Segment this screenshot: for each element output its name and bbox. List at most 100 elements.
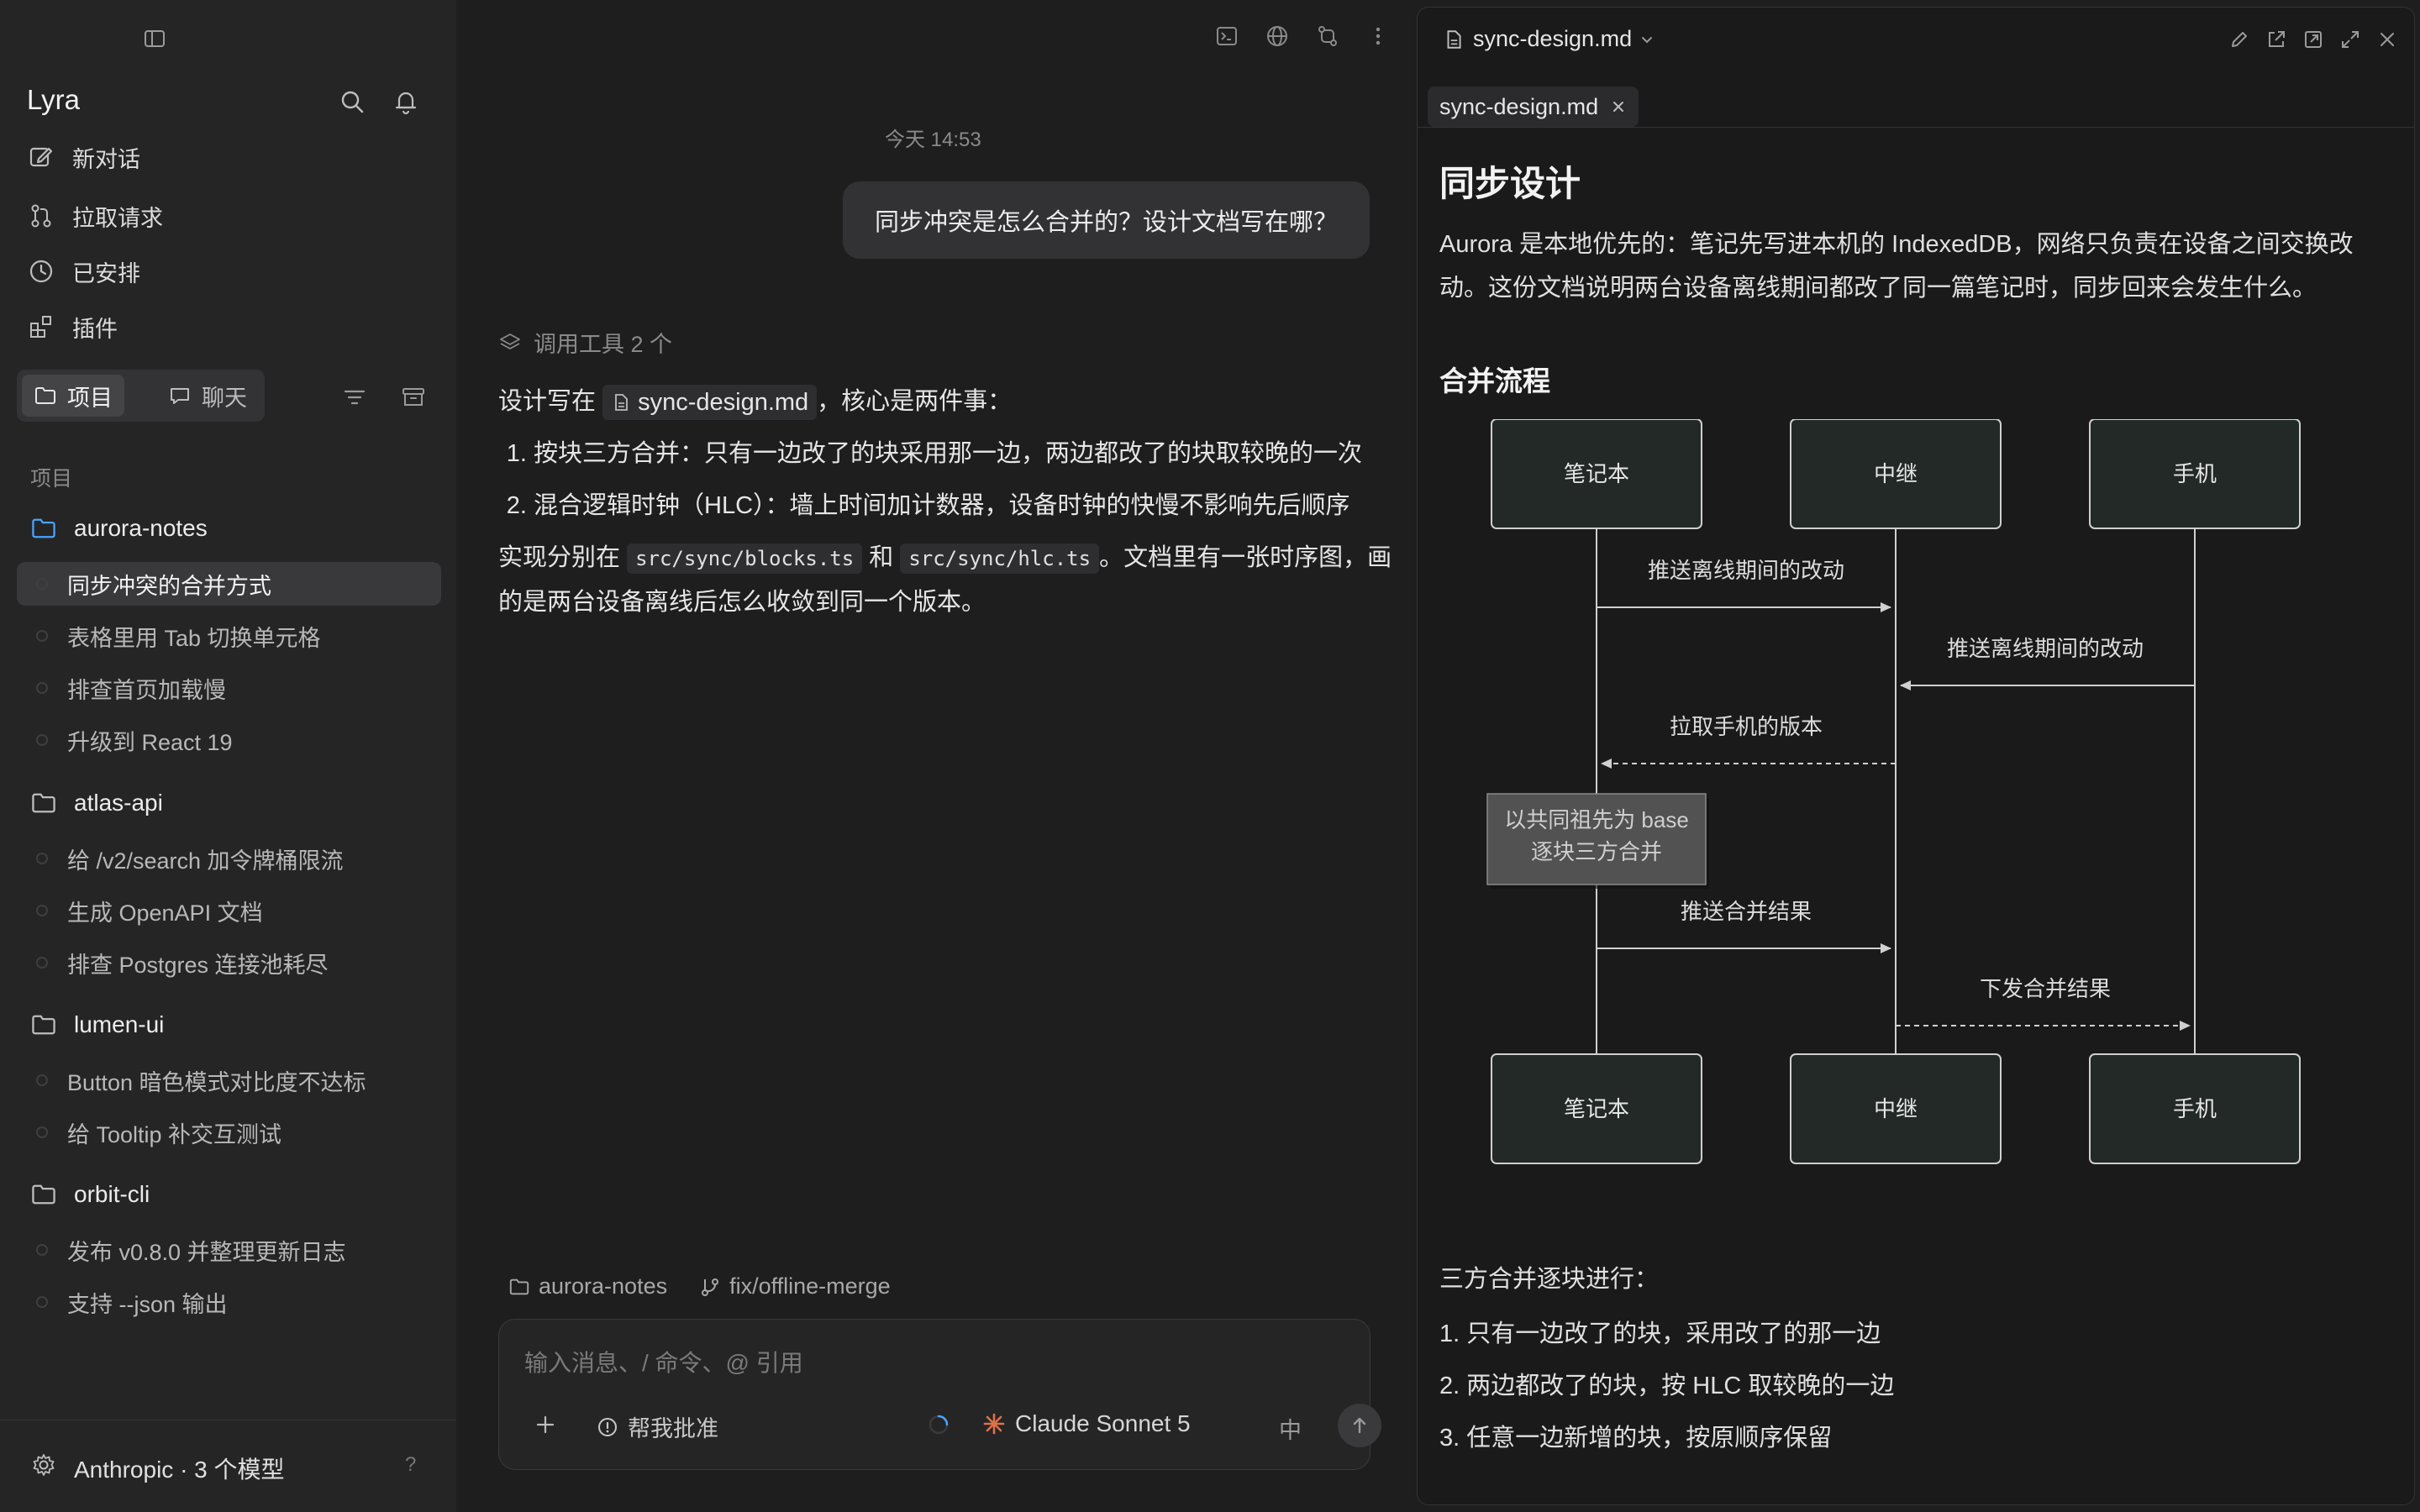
chat-status-dot	[36, 905, 48, 916]
folder-icon	[30, 790, 57, 816]
chat-item[interactable]: 升级到 React 19	[17, 718, 441, 762]
file-name: sync-design.md	[638, 389, 809, 417]
chat-item[interactable]: 排查首页加载慢	[17, 666, 441, 710]
answer-points: 按块三方合并：只有一边改了的块采用那一边，两边都改了的块取较晚的一次 混合逻辑时…	[498, 432, 1406, 528]
project-lumen-ui[interactable]: lumen-ui	[30, 1006, 164, 1043]
project-name: atlas-api	[74, 790, 163, 816]
filter-icon[interactable]	[341, 384, 368, 411]
nav-label: 新对话	[72, 146, 140, 172]
list-item: 混合逻辑时钟（HLC）：墙上时间加计数器，设备时钟的快慢不影响先后顺序	[534, 484, 1406, 528]
open-external-icon[interactable]	[2265, 28, 2288, 51]
git-branch-icon	[699, 1276, 721, 1298]
text: 设计写在	[498, 388, 597, 415]
nav-plugins[interactable]: 插件	[27, 306, 118, 348]
expand-icon[interactable]	[2338, 28, 2362, 51]
language-toggle[interactable]: 中	[1279, 1412, 1302, 1445]
globe-icon[interactable]	[1265, 24, 1290, 49]
search-icon[interactable]	[338, 87, 366, 116]
document-tab[interactable]: sync-design.md	[1428, 87, 1639, 127]
help-button[interactable]: ?	[405, 1453, 416, 1477]
edit-pen-icon[interactable]	[2228, 28, 2251, 51]
chat-title: 排查首页加载慢	[67, 677, 226, 703]
chat-status-dot	[36, 734, 48, 746]
context-branch[interactable]: fix/offline-merge	[729, 1273, 891, 1299]
message-label: 推送合并结果	[1681, 899, 1812, 924]
model-selector[interactable]: Claude Sonnet 5	[981, 1410, 1191, 1437]
auto-approve-toggle[interactable]: 帮我批准	[596, 1410, 718, 1443]
chat-item[interactable]: 生成 OpenAPI 文档	[17, 889, 441, 932]
chat-item[interactable]: 给 Tooltip 补交互测试	[17, 1110, 441, 1154]
chat-item[interactable]: Button 暗色模式对比度不达标	[17, 1058, 441, 1102]
nav-pull-requests[interactable]: 拉取请求	[27, 195, 163, 237]
folder-icon	[508, 1276, 530, 1298]
gear-icon[interactable]	[30, 1452, 57, 1478]
context-project[interactable]: aurora-notes	[539, 1273, 667, 1299]
folder-icon	[30, 1011, 57, 1038]
chat-item[interactable]: 给 /v2/search 加令牌桶限流	[17, 837, 441, 880]
user-message: 同步冲突是怎么合并的？设计文档写在哪？	[842, 181, 1370, 259]
project-name: aurora-notes	[74, 515, 208, 541]
approve-label: 帮我批准	[628, 1416, 718, 1441]
project-atlas-api[interactable]: atlas-api	[30, 785, 163, 822]
chat-item[interactable]: 同步冲突的合并方式	[17, 562, 441, 606]
text: ，核心是两件事：	[817, 388, 1013, 415]
sidebar-toggle-icon[interactable]	[143, 27, 166, 50]
chat-title: Button 暗色模式对比度不达标	[67, 1069, 366, 1095]
chat-status-dot	[36, 1126, 48, 1138]
close-icon[interactable]	[2375, 28, 2399, 51]
divider	[1418, 127, 2414, 128]
tab-chats[interactable]: 聊天	[156, 375, 259, 417]
merge-rules: 1. 只有一边改了的块，采用改了的那一边 2. 两边都改了的块，按 HLC 取较…	[1439, 1314, 1894, 1470]
note-label: 逐块三方合并	[1531, 839, 1662, 864]
app-name: Lyra	[27, 84, 80, 115]
context-row: aurora-notes fix/offline-merge	[508, 1273, 891, 1299]
arrow-up-icon	[1353, 1417, 1366, 1434]
document-panel: sync-design.md sync-design.md 同步设计 Auror…	[1417, 7, 2415, 1505]
provider-status[interactable]: Anthropic · 3 个模型	[74, 1452, 285, 1485]
bell-icon[interactable]	[392, 87, 420, 116]
document-intro: Aurora 是本地优先的：笔记先写进本机的 IndexedDB，网络只负责在设…	[1439, 231, 2354, 302]
nav-new-chat[interactable]: 新对话	[27, 136, 140, 178]
chat-status-dot	[36, 682, 48, 694]
sequence-diagram: 笔记本 中继 手机笔记本 中继 手机推送离线期间的改动推送离线期间的改动拉取手机的版本推…	[1486, 419, 2301, 1164]
answer-intro: 设计写在 sync-design.md ，核心是两件事：	[498, 380, 1406, 423]
message-label: 推送离线期间的改动	[1947, 636, 2144, 661]
plus-icon[interactable]	[533, 1412, 558, 1437]
document-selector[interactable]: sync-design.md	[1443, 26, 1655, 52]
participant-label: 手机	[2173, 461, 2217, 486]
send-button[interactable]	[1338, 1404, 1381, 1447]
chat-item[interactable]: 排查 Postgres 连接池耗尽	[17, 941, 441, 984]
more-icon[interactable]	[1365, 24, 1391, 49]
tab-projects[interactable]: 项目	[22, 375, 124, 417]
message-input[interactable]	[524, 1345, 1323, 1382]
file-reference[interactable]: sync-design.md	[602, 385, 818, 421]
archive-icon[interactable]	[400, 384, 427, 411]
message-timestamp: 今天 14:53	[885, 129, 981, 151]
section-label: 项目	[30, 467, 73, 491]
folder-icon	[34, 384, 57, 407]
chat-item[interactable]: 表格里用 Tab 切换单元格	[17, 614, 441, 658]
git-compare-icon[interactable]	[1315, 24, 1340, 49]
pull-request-icon	[27, 202, 55, 230]
project-name: orbit-cli	[74, 1181, 150, 1207]
layers-icon	[498, 331, 522, 354]
project-orbit-cli[interactable]: orbit-cli	[30, 1176, 150, 1213]
document-title: 同步设计	[1439, 164, 1581, 203]
pop-out-icon[interactable]	[2302, 28, 2325, 51]
nav-scheduled[interactable]: 已安排	[27, 250, 140, 292]
nav-label: 已安排	[72, 260, 140, 286]
message-label: 拉取手机的版本	[1670, 714, 1823, 739]
chat-item[interactable]: 支持 --json 输出	[17, 1280, 441, 1324]
note-label: 以共同祖先为 base	[1504, 807, 1689, 832]
terminal-icon[interactable]	[1214, 24, 1239, 49]
close-tab-icon[interactable]	[1610, 98, 1627, 115]
chat-status-dot	[36, 578, 48, 590]
participant-label: 笔记本	[1564, 461, 1629, 486]
chat-item[interactable]: 发布 v0.8.0 并整理更新日志	[17, 1228, 441, 1272]
folder-icon	[30, 1181, 57, 1208]
tools-called-toggle[interactable]: 调用工具 2 个	[498, 326, 672, 359]
project-aurora-notes[interactable]: aurora-notes	[30, 510, 208, 547]
sparkle-icon	[981, 1411, 1007, 1436]
document-name: sync-design.md	[1473, 26, 1633, 51]
composer: 帮我批准 Claude Sonnet 5 中	[498, 1319, 1381, 1470]
